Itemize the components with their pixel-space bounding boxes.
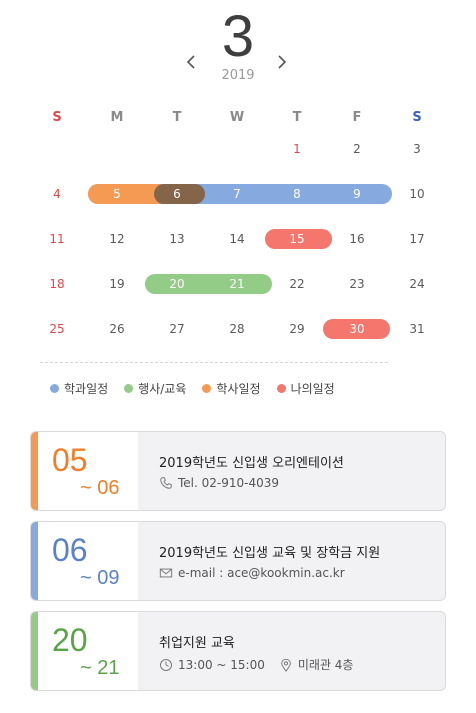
day-cell[interactable]: 29 — [280, 319, 314, 339]
legend-label: 학사일정 — [216, 382, 261, 396]
legend-item[interactable]: 학과일정 — [50, 380, 108, 397]
weekday-thursday: T — [292, 110, 302, 125]
event-info: Tel. 02-910-4039 — [159, 476, 293, 490]
day-cell[interactable]: 21 — [220, 274, 254, 294]
mail-icon — [159, 566, 178, 580]
location-text: 미래관 4층 — [297, 658, 354, 672]
end-date: ~ 09 — [80, 567, 120, 589]
legend-item[interactable]: 학사일정 — [202, 380, 261, 397]
event-title: 취업지원 교육 — [159, 636, 235, 651]
day-cell[interactable]: 2 — [340, 139, 374, 159]
card-date: 05 ~ 06 — [38, 432, 138, 510]
weekday-sunday: S — [52, 110, 62, 125]
day-cell[interactable]: 26 — [100, 319, 134, 339]
chevron-right-icon[interactable] — [273, 54, 289, 70]
legend-label: 학과일정 — [64, 382, 109, 396]
email-text: e-mail : ace@kookmin.ac.kr — [178, 566, 345, 580]
day-cell[interactable]: 12 — [100, 229, 134, 249]
legend-dot — [276, 384, 286, 393]
weekday-saturday: S — [412, 110, 422, 125]
year-label: 2019 — [221, 68, 255, 83]
event-info: 13:00 ~ 15:00 미래관 4층 — [159, 656, 367, 673]
day-cell[interactable]: 10 — [400, 184, 434, 204]
legend-item[interactable]: 행사/교육 — [124, 380, 186, 397]
legend-dot — [202, 384, 212, 393]
day-cell[interactable]: 7 — [220, 184, 254, 204]
day-cell[interactable]: 13 — [160, 229, 194, 249]
weekday-monday: M — [110, 110, 124, 125]
day-cell[interactable]: 24 — [400, 274, 434, 294]
weekday-friday: F — [352, 110, 362, 125]
day-cell[interactable]: 25 — [40, 319, 74, 339]
day-cell[interactable]: 6 — [160, 184, 194, 204]
day-cell[interactable]: 17 — [400, 229, 434, 249]
day-cell[interactable]: 20 — [160, 274, 194, 294]
time-text: 13:00 ~ 15:00 — [178, 657, 265, 672]
day-cell[interactable]: 30 — [340, 319, 374, 339]
weekday-wednesday: W — [229, 110, 245, 125]
card-accent — [31, 432, 38, 510]
day-cell[interactable]: 14 — [220, 229, 254, 249]
start-date: 06 — [52, 532, 88, 568]
day-cell[interactable]: 1 — [280, 139, 314, 159]
legend-label: 행사/교육 — [138, 382, 187, 396]
start-date: 05 — [52, 442, 88, 478]
day-cell[interactable]: 28 — [220, 319, 254, 339]
event-card[interactable]: 06 ~ 09 2019학년도 신입생 교육 및 장학금 지원 e-mail :… — [30, 521, 446, 601]
month-number: 3 — [221, 4, 255, 69]
clock-icon — [159, 658, 178, 672]
day-cell[interactable]: 16 — [340, 229, 374, 249]
end-date: ~ 21 — [80, 657, 120, 679]
card-accent — [31, 612, 38, 690]
day-cell[interactable]: 11 — [40, 229, 74, 249]
event-card[interactable]: 20 ~ 21 취업지원 교육 13:00 ~ 15:00 미래관 4층 — [30, 611, 446, 691]
day-cell[interactable]: 18 — [40, 274, 74, 294]
legend-label: 나의일정 — [290, 382, 335, 396]
day-cell[interactable]: 8 — [280, 184, 314, 204]
event-card[interactable]: 05 ~ 06 2019학년도 신입생 오리엔테이션 Tel. 02-910-4… — [30, 431, 446, 511]
day-cell[interactable]: 22 — [280, 274, 314, 294]
legend-dot — [124, 384, 134, 393]
chevron-left-icon[interactable] — [184, 54, 200, 70]
day-cell[interactable]: 27 — [160, 319, 194, 339]
day-cell[interactable]: 4 — [40, 184, 74, 204]
phone-text: Tel. 02-910-4039 — [178, 476, 280, 490]
end-date: ~ 06 — [80, 477, 120, 499]
card-date: 06 ~ 09 — [38, 522, 138, 600]
day-cell[interactable]: 19 — [100, 274, 134, 294]
location-pin-icon — [279, 658, 298, 672]
event-info: e-mail : ace@kookmin.ac.kr — [159, 566, 359, 580]
day-cell[interactable]: 23 — [340, 274, 374, 294]
event-title: 2019학년도 신입생 교육 및 장학금 지원 — [159, 546, 381, 561]
day-cell[interactable]: 9 — [340, 184, 374, 204]
legend-dot — [50, 384, 59, 393]
start-date: 20 — [52, 622, 88, 658]
day-cell[interactable]: 3 — [400, 139, 434, 159]
legend-item[interactable]: 나의일정 — [276, 380, 335, 397]
day-cell[interactable]: 31 — [400, 319, 434, 339]
legend: 학과일정 행사/교육 학사일정 나의일정 — [50, 380, 335, 397]
divider — [40, 362, 388, 363]
weekday-tuesday: T — [172, 110, 182, 125]
day-cell[interactable]: 5 — [100, 184, 134, 204]
event-title: 2019학년도 신입생 오리엔테이션 — [159, 456, 344, 471]
card-date: 20 ~ 21 — [38, 612, 138, 690]
card-accent — [31, 522, 38, 600]
day-cell[interactable]: 15 — [280, 229, 314, 249]
phone-icon — [159, 476, 178, 490]
